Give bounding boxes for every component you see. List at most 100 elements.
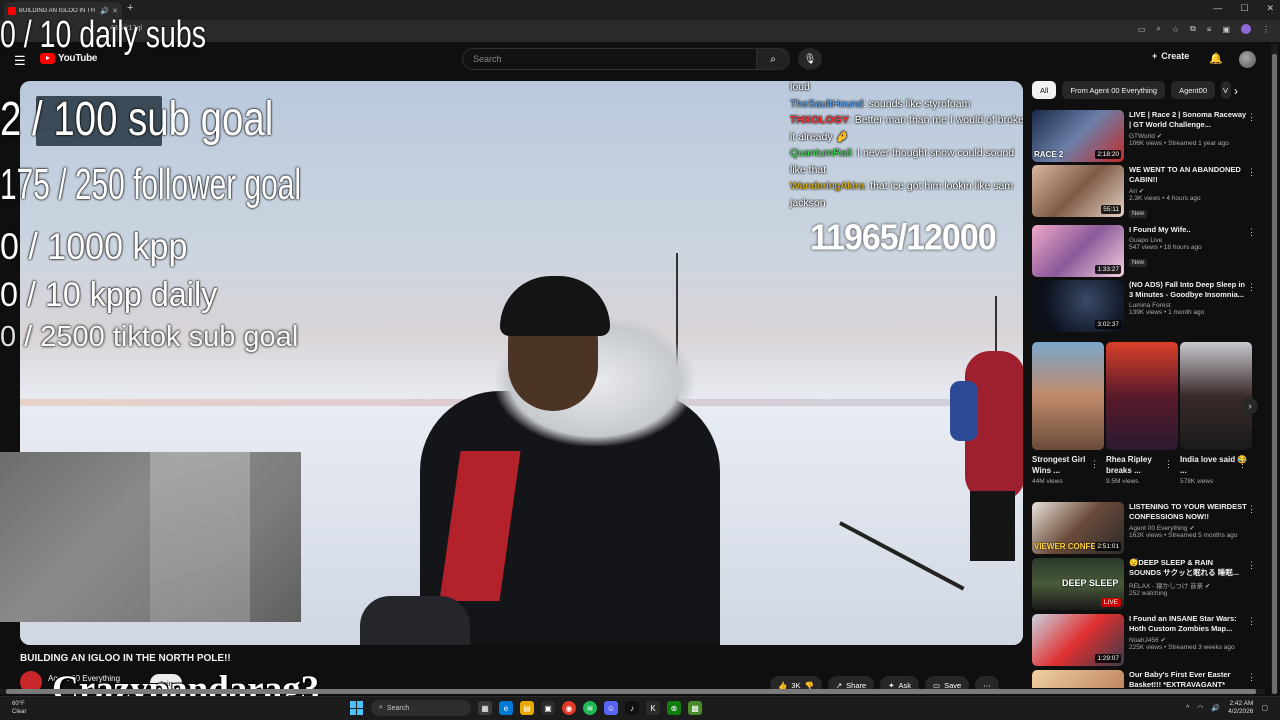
browser-menu-icon[interactable]: ⋮: [1262, 25, 1270, 34]
cast-icon[interactable]: ▭: [1138, 25, 1146, 34]
wifi-icon[interactable]: ◠: [1197, 704, 1203, 712]
video-thumbnail[interactable]: [1032, 670, 1124, 688]
scrollbar-thumb[interactable]: [6, 689, 1256, 694]
more-options-icon[interactable]: ⋮: [1247, 560, 1256, 571]
rec-channel[interactable]: Guapo Live: [1129, 237, 1247, 244]
notification-icon[interactable]: ▢: [1261, 704, 1268, 712]
maximize-icon[interactable]: ☐: [1240, 3, 1248, 14]
video-info: LISTENING TO YOUR WEIRDEST CONFESSIONS N…: [1129, 502, 1247, 539]
store-icon[interactable]: ▣: [541, 701, 555, 715]
vertical-scrollbar[interactable]: [1271, 44, 1278, 694]
glove: [360, 596, 470, 645]
rec-channel[interactable]: Ari ✔: [1129, 187, 1247, 195]
more-options-icon[interactable]: ⋮: [1247, 112, 1256, 123]
notifications-bell-icon[interactable]: 🔔: [1209, 52, 1223, 65]
minecraft-icon[interactable]: ▩: [688, 701, 702, 715]
video-thumbnail[interactable]: RACE 2 2:18:20: [1032, 110, 1124, 162]
more-options-icon[interactable]: ⋮: [1247, 672, 1256, 683]
list-item[interactable]: 3:02:37 (NO ADS) Fall Into Deep Sleep in…: [1032, 280, 1262, 332]
horizontal-scrollbar[interactable]: [0, 689, 1265, 694]
windows-start-icon[interactable]: [350, 701, 364, 715]
close-window-icon[interactable]: ✕: [1266, 3, 1274, 14]
weather-widget[interactable]: 60°F Clear: [12, 700, 26, 716]
rec-meta: 2.3K views • 4 hours ago: [1129, 195, 1201, 202]
more-options-icon[interactable]: ⋮: [1090, 459, 1099, 470]
rec-title[interactable]: LISTENING TO YOUR WEIRDEST CONFESSIONS N…: [1129, 502, 1247, 522]
video-thumbnail[interactable]: VIEWER CONFESS 2:51:01: [1032, 502, 1124, 554]
account-avatar[interactable]: [1239, 51, 1256, 68]
list-item[interactable]: VIEWER CONFESS 2:51:01 LISTENING TO YOUR…: [1032, 502, 1262, 554]
rec-channel[interactable]: Agent 00 Everything ✔: [1129, 524, 1247, 532]
chat-user: WanderingAkira: [790, 180, 865, 192]
chevron-right-icon[interactable]: ›: [1234, 84, 1238, 98]
rec-channel[interactable]: NoahJ456 ✔: [1129, 636, 1247, 644]
sub-goal: 2 / 100 sub goal: [0, 93, 274, 146]
search-button[interactable]: ⌕: [756, 48, 790, 70]
clock[interactable]: 2:42 AM 4/2/2026: [1228, 700, 1253, 716]
extensions-icon[interactable]: ⧉: [1190, 24, 1196, 34]
chip-partial[interactable]: V: [1221, 81, 1232, 99]
list-item[interactable]: DEEP SLEEP LIVE 😴DEEP SLEEP & RAIN SOUND…: [1032, 558, 1262, 610]
volume-icon[interactable]: 🔊: [1211, 704, 1220, 712]
list-item[interactable]: 55:11 WE WENT TO AN ABANDONED CABIN!! Ar…: [1032, 165, 1262, 218]
list-item[interactable]: Our Baby's First Ever Easter Basket!!! *…: [1032, 670, 1262, 688]
shorts-next-button[interactable]: ›: [1242, 398, 1258, 414]
rec-title[interactable]: LIVE | Race 2 | Sonoma Raceway | GT Worl…: [1129, 110, 1247, 130]
rec-title[interactable]: I Found My Wife..: [1129, 225, 1247, 235]
reading-list-icon[interactable]: ≡: [1207, 25, 1212, 34]
short-thumbnail[interactable]: [1032, 342, 1104, 450]
edge-icon[interactable]: e: [499, 701, 513, 715]
new-tab-button[interactable]: +: [127, 2, 133, 14]
chip-agent00[interactable]: Agent00: [1171, 81, 1216, 99]
spotify-icon[interactable]: ≋: [583, 701, 597, 715]
video-thumbnail[interactable]: 1:33:27: [1032, 225, 1124, 277]
chat-message: WanderingAkira: that ice got him lookin …: [790, 178, 1023, 211]
taskbar-search[interactable]: ⌕ Search: [371, 700, 471, 716]
rec-title[interactable]: WE WENT TO AN ABANDONED CABIN!!: [1129, 165, 1247, 185]
more-options-icon[interactable]: ⋮: [1247, 227, 1256, 238]
chrome-icon[interactable]: ◉: [562, 701, 576, 715]
thumbnail-overlay-text: DEEP SLEEP: [1062, 578, 1119, 588]
sidepanel-icon[interactable]: ▣: [1222, 25, 1230, 34]
voice-search-button[interactable]: 🎙: [798, 48, 822, 70]
create-button[interactable]: + Create: [1152, 51, 1189, 61]
chip-all[interactable]: All: [1032, 81, 1057, 99]
rec-title[interactable]: 😴DEEP SLEEP & RAIN SOUNDS サクッと眠れる 睡眠...: [1129, 558, 1247, 578]
video-thumbnail[interactable]: 3:02:37: [1032, 280, 1124, 332]
scrollbar-thumb[interactable]: [1272, 54, 1277, 694]
rec-channel[interactable]: GTWorld ✔: [1129, 132, 1247, 140]
more-options-icon[interactable]: ⋮: [1247, 167, 1256, 178]
short-thumbnail[interactable]: [1180, 342, 1252, 450]
file-explorer-icon[interactable]: ▤: [520, 701, 534, 715]
rec-channel[interactable]: Lumina Forest: [1129, 302, 1247, 309]
list-item[interactable]: 1:33:27 I Found My Wife.. Guapo Live 547…: [1032, 225, 1262, 277]
more-options-icon[interactable]: ⋮: [1247, 616, 1256, 627]
new-badge: New: [1129, 259, 1148, 267]
profile-icon[interactable]: [1241, 24, 1251, 34]
search-input[interactable]: Search: [462, 48, 757, 70]
chip-from-channel[interactable]: From Agent 00 Everything: [1062, 81, 1166, 99]
zoom-icon[interactable]: ⌕: [1156, 24, 1160, 34]
video-thumbnail[interactable]: DEEP SLEEP LIVE: [1032, 558, 1124, 610]
more-options-icon[interactable]: ⋮: [1238, 459, 1247, 470]
bookmark-star-icon[interactable]: ☆: [1172, 25, 1179, 34]
rec-channel[interactable]: RELAX - 寝かしつけ 音楽 ✔: [1129, 580, 1247, 590]
xbox-icon[interactable]: ⊗: [667, 701, 681, 715]
tray-chevron-icon[interactable]: ^: [1186, 705, 1189, 712]
task-view-icon[interactable]: ▦: [478, 701, 492, 715]
video-thumbnail[interactable]: 55:11: [1032, 165, 1124, 217]
list-item[interactable]: 1:29:07 I Found an INSANE Star Wars: Hot…: [1032, 614, 1262, 666]
more-options-icon[interactable]: ⋮: [1247, 504, 1256, 515]
more-options-icon[interactable]: ⋮: [1164, 459, 1173, 470]
rec-title[interactable]: (NO ADS) Fall Into Deep Sleep in 3 Minut…: [1129, 280, 1247, 300]
video-thumbnail[interactable]: 1:29:07: [1032, 614, 1124, 666]
tiktok-icon[interactable]: ♪: [625, 701, 639, 715]
discord-icon[interactable]: ☺: [604, 701, 618, 715]
rec-title[interactable]: I Found an INSANE Star Wars: Hoth Custom…: [1129, 614, 1247, 634]
minimize-icon[interactable]: —: [1213, 3, 1222, 14]
rec-title[interactable]: Our Baby's First Ever Easter Basket!!! *…: [1129, 670, 1247, 688]
list-item[interactable]: RACE 2 2:18:20 LIVE | Race 2 | Sonoma Ra…: [1032, 110, 1262, 162]
app-k-icon[interactable]: K: [646, 701, 660, 715]
short-thumbnail[interactable]: [1106, 342, 1178, 450]
more-options-icon[interactable]: ⋮: [1247, 282, 1256, 293]
